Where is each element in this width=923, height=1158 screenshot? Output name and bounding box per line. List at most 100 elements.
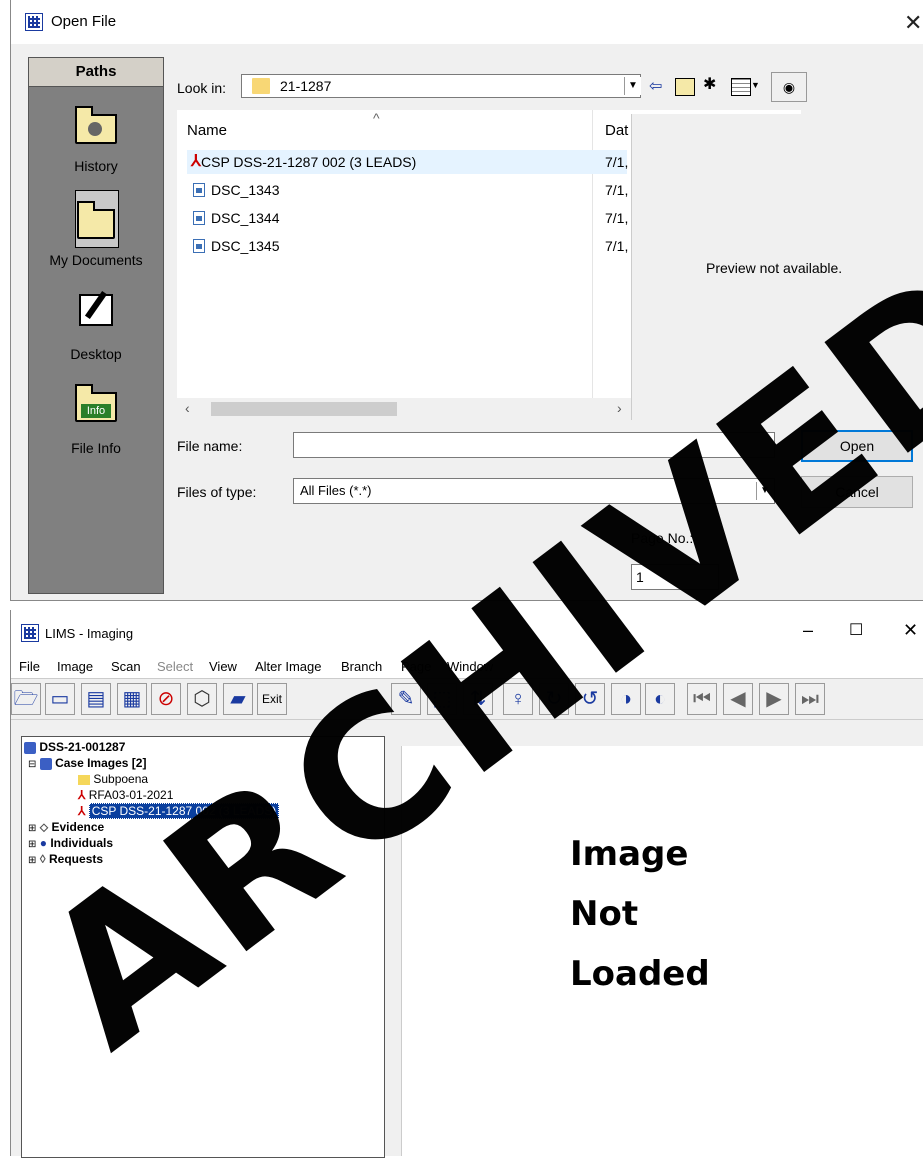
lims-title: LIMS - Imaging [45,626,134,641]
chevron-down-icon[interactable]: ▼ [756,482,773,500]
tree-root-label: DSS-21-001287 [39,740,126,754]
desktop-icon[interactable] [75,288,117,328]
menu-scan[interactable]: Scan [111,659,141,674]
new-folder-icon[interactable]: ✱ [703,74,716,94]
scroll-right-icon[interactable]: › [617,400,622,416]
maximize-button[interactable]: ☐ [849,620,863,640]
menu-alter-image[interactable]: Alter Image [255,659,321,674]
pin-icon[interactable]: ♀ [503,683,533,715]
folder-icon [252,78,270,94]
file-date: 7/1, [605,238,629,254]
pen-icon[interactable]: ✎ [391,683,421,715]
flip-down-icon[interactable]: ◑ [611,683,641,715]
view-menu-icon[interactable] [731,78,751,96]
menu-file[interactable]: File [19,659,40,674]
tree-requests-label: Requests [49,852,104,866]
back-arrow-icon[interactable]: ⇦ [649,76,662,96]
menu-page[interactable]: Page [401,659,431,674]
file-name: DSC_1345 [211,238,280,254]
open-button[interactable]: Open [801,430,913,462]
rotate-left-icon[interactable]: ↺ [575,683,605,715]
selection-icon[interactable]: ⬚ [427,683,457,715]
tree-item-selected[interactable]: ⅄ CSP DSS-21-1287 002 (3 LEADS) [78,803,280,819]
truck-icon[interactable]: ▰ [223,683,253,715]
files-of-type-value: All Files (*.*) [300,483,372,498]
next-page-icon[interactable]: ▶ [759,683,789,715]
no-image-icon[interactable]: ⊘ [151,683,181,715]
column-header-date[interactable]: Dat [605,122,628,139]
print-icon[interactable]: ▤ [81,683,111,715]
tree-item-label: Subpoena [93,772,149,786]
tree-case-images[interactable]: ⊟ Case Images [2] [28,755,146,771]
tree-root[interactable]: DSS-21-001287 [24,739,125,755]
menu-bar: File Image Scan Select View Alter Image … [11,654,923,678]
scanner-icon[interactable]: ⬡ [187,683,217,715]
page-no-input[interactable]: 1 [631,564,719,590]
dialog-close-button[interactable]: ✕ [904,10,922,36]
menu-image[interactable]: Image [57,659,93,674]
paths-panel: Paths History My Documents Desktop Info … [28,57,164,594]
column-header-name[interactable]: Name [187,122,227,139]
tree-item[interactable]: ⅄ RFA03-01-2021 [78,787,173,803]
viewer-text-line: Image [570,834,689,874]
scrollbar-thumb[interactable] [211,402,397,416]
exit-button[interactable]: Exit [257,683,287,715]
expand-icon[interactable]: ⊞ [28,823,36,834]
menu-select[interactable]: Select [157,659,193,674]
menu-window[interactable]: Window [447,659,493,674]
file-row[interactable]: DSC_1344 7/1, [187,206,628,230]
tree-requests[interactable]: ⊞ ◊ Requests [28,851,103,867]
chevron-down-icon[interactable]: ▼ [624,77,641,95]
viewer-text-line: Not [570,894,639,934]
menu-view[interactable]: View [209,659,237,674]
open-folder-icon[interactable]: 🗁 [11,683,41,715]
grid-icon[interactable]: ▦ [117,683,147,715]
tree-item[interactable]: Subpoena [78,771,148,787]
person-icon: ● [39,836,47,850]
file-name-input[interactable] [293,432,775,458]
image-file-icon [193,211,205,225]
file-row[interactable]: DSC_1343 7/1, [187,178,628,202]
info-icon[interactable]: Info [75,384,117,424]
expand-icon[interactable]: ⊞ [28,839,36,850]
case-tree: DSS-21-001287 ⊟ Case Images [2] Subpoena… [21,736,385,1158]
cancel-button[interactable]: Cancel [801,476,913,508]
tree-evidence[interactable]: ⊞ ⬦ Evidence [28,819,104,835]
file-name: DSC_1343 [211,182,280,198]
minimize-button[interactable]: – [803,620,813,641]
collapse-icon[interactable]: ⊟ [28,759,36,770]
tree-individuals-label: Individuals [50,836,114,850]
preview-toggle-eye-icon[interactable]: ◉ [771,72,807,102]
image-file-icon [193,183,205,197]
folder-icon[interactable]: ▭ [45,683,75,715]
lims-window: LIMS - Imaging – ☐ ✕ File Image Scan Sel… [10,610,923,1158]
file-name: DSC_1344 [211,210,280,226]
rotate-right-icon[interactable]: ↻ [539,683,569,715]
folder-icon[interactable] [75,190,119,248]
path-file-info[interactable]: File Info [29,440,163,456]
close-button[interactable]: ✕ [903,620,918,641]
file-row[interactable]: DSC_1345 7/1, [187,234,629,258]
expand-icon[interactable]: ⊞ [28,855,36,866]
tree-individuals[interactable]: ⊞ ● Individuals [28,835,113,851]
last-page-icon[interactable]: ⏭ [795,683,825,715]
previous-page-icon[interactable]: ◀ [723,683,753,715]
file-row[interactable]: ⅄ CSP DSS-21-1287 002 (3 LEADS) 7/1, [187,150,628,174]
sort-icon[interactable]: ⇅ [463,683,493,715]
path-history[interactable]: History [29,158,163,174]
flip-up-icon[interactable]: ◐ [645,683,675,715]
up-folder-icon[interactable] [675,78,695,96]
menu-branch[interactable]: Branch [341,659,382,674]
path-desktop[interactable]: Desktop [29,346,163,362]
horizontal-scrollbar[interactable]: ‹ › [177,398,631,420]
viewer-text-line: Loaded [570,954,710,994]
files-of-type-dropdown[interactable]: All Files (*.*) ▼ [293,478,775,504]
chevron-down-icon[interactable]: ▼ [751,80,760,90]
tree-item-label: CSP DSS-21-1287 002 (3 LEADS) [88,803,280,819]
first-page-icon[interactable]: ⏮ [687,683,717,715]
look-in-dropdown[interactable]: 21-1287 ▼ [241,74,641,98]
history-icon[interactable] [75,106,117,146]
scroll-left-icon[interactable]: ‹ [185,400,190,416]
path-my-documents[interactable]: My Documents [29,252,163,268]
image-file-icon [193,239,205,253]
